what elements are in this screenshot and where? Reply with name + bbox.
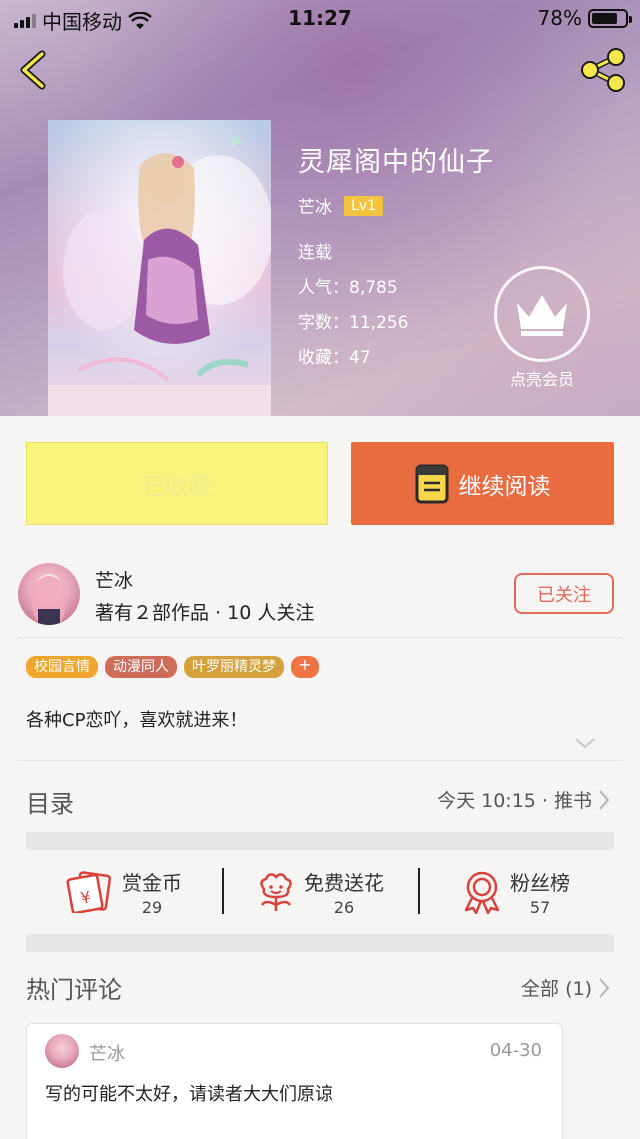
battery: 78% [537,6,632,30]
tip-coins-count: 29 [141,898,163,917]
stat-words: 字数：11,256 [298,313,409,333]
send-flower-action[interactable]: 免费送花 26 [222,850,418,934]
fan-ranking-count: 57 [529,898,551,917]
book-header: 中国移动 11:27 78% 灵犀阁中的仙子 芒冰 Lv1 连载 人气：8,78… [0,0,640,416]
comment-avatar[interactable] [45,1034,79,1068]
book-icon [415,464,448,503]
hot-comments-label: 热门评论 [26,976,122,1004]
crown-icon [517,295,567,336]
continue-reading-label: 继续阅读 [458,473,551,500]
author-avatar[interactable] [18,563,80,625]
send-flower-count: 26 [333,898,355,917]
all-comments-link[interactable]: 全部 (1) [521,974,610,1001]
fan-ranking-action[interactable]: 粉丝榜 57 [418,850,614,934]
author-meta: 著有２部作品 · 10 人关注 [95,602,315,624]
collected-button[interactable]: 已收藏 [26,442,328,525]
table-of-contents-row[interactable]: 目录 今天 10:15 · 推书 [0,770,640,830]
comment-card[interactable]: 芒冰 04-30 写的可能不太好，请读者大大们原谅 [26,1023,563,1139]
section-separator [26,832,614,850]
author-name[interactable]: 芒冰 [95,566,133,593]
share-icon[interactable] [578,46,628,94]
tip-coins-action[interactable]: ¥ 赏金币 29 [26,850,222,934]
support-actions: ¥ 赏金币 29 免费送花 26 粉丝榜 57 [26,850,614,934]
divider [18,637,622,638]
follow-button[interactable]: 已关注 [514,573,614,614]
book-title: 灵犀阁中的仙子 [298,147,494,178]
battery-percent: 78% [537,6,582,30]
red-envelope-icon: ¥ [66,871,112,913]
add-tag-button[interactable]: + [291,656,319,678]
medal-icon [464,871,500,914]
vip-badge[interactable]: 点亮会员 [492,266,592,390]
toc-label: 目录 [26,790,74,818]
book-author[interactable]: 芒冰 [298,193,332,218]
chevron-right-icon [599,789,610,810]
comment-date: 04-30 [489,1040,542,1061]
book-cover[interactable] [48,120,271,416]
vip-label: 点亮会员 [509,370,574,389]
all-comments-label: 全部 (1) [521,978,592,1000]
comment-author[interactable]: 芒冰 [89,1040,125,1066]
level-badge: Lv1 [344,195,383,216]
stat-favorites: 收藏：47 [298,348,371,368]
tag-list: 校园言情 动漫同人 叶罗丽精灵梦 + [26,656,319,678]
comment-text: 写的可能不太好，请读者大大们原谅 [45,1084,333,1105]
chevron-down-icon[interactable] [574,736,596,750]
divider [18,760,622,761]
toc-updated: 今天 10:15 · 推书 [437,790,592,812]
author-card[interactable]: 芒冰 著有２部作品 · 10 人关注 已关注 [0,555,640,637]
flower-icon [260,873,292,911]
status-bar: 中国移动 11:27 78% [0,0,640,36]
tag-item[interactable]: 校园言情 [26,656,98,678]
tip-coins-label: 赏金币 [122,871,182,895]
book-info: 灵犀阁中的仙子 芒冰 Lv1 连载 人气：8,785 字数：11,256 收藏：… [298,140,494,378]
book-description: 各种CP恋吖，喜欢就进来！ [26,710,248,731]
continue-reading-button[interactable]: 继续阅读 [351,442,614,525]
section-separator [26,934,614,952]
tag-item[interactable]: 叶罗丽精灵梦 [184,656,284,678]
battery-icon [588,8,632,28]
fan-ranking-label: 粉丝榜 [510,871,570,895]
send-flower-label: 免费送花 [304,871,384,895]
tag-item[interactable]: 动漫同人 [105,656,177,678]
back-arrow-icon[interactable] [14,46,54,94]
stat-popularity: 人气：8,785 [298,278,398,298]
chevron-right-icon [599,977,610,998]
hot-comments-header: 热门评论 全部 (1) [0,962,640,1012]
book-author-row: 芒冰 Lv1 [298,193,494,218]
book-status: 连载 [298,243,332,263]
